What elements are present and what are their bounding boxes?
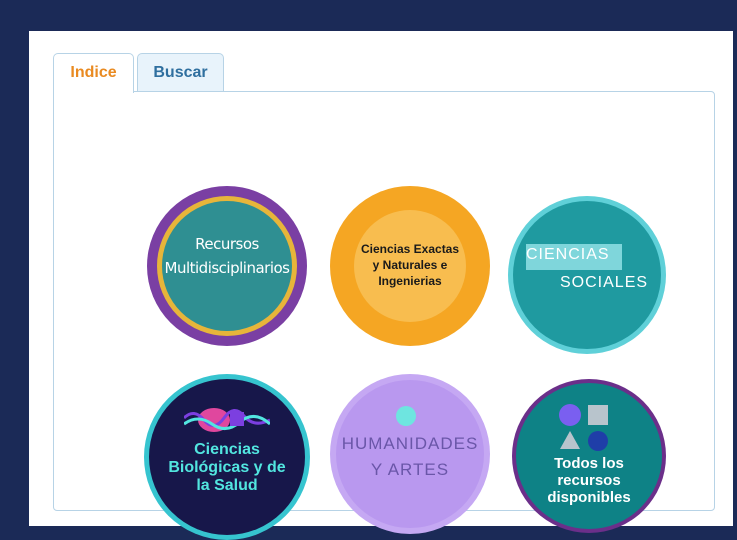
label-line: Multidisciplinarios	[164, 259, 290, 277]
label-line: HUMANIDADES	[341, 434, 479, 453]
label-line: recursos	[557, 472, 621, 489]
circle-core	[336, 380, 484, 528]
category-label: Recursos Multidisciplinarios	[147, 232, 307, 280]
label-line: SOCIALES	[560, 274, 649, 291]
category-ciencias-sociales[interactable]: CIENCIAS SOCIALES	[508, 196, 666, 354]
label-line: la Salud	[196, 477, 258, 494]
tab-indice[interactable]: Indice	[53, 53, 134, 93]
category-ciencias-biologicas[interactable]: Ciencias Biológicas y de la Salud	[144, 374, 310, 540]
label-line: CIENCIAS	[526, 246, 610, 263]
category-label: Ciencias Exactas y Naturales e Ingenieri…	[330, 241, 490, 289]
label-line: Todos los	[554, 455, 624, 472]
category-label: Ciencias Biológicas y de la Salud	[144, 441, 310, 495]
category-recursos-multidisciplinarios[interactable]: Recursos Multidisciplinarios	[147, 186, 307, 346]
category-ciencias-exactas[interactable]: Ciencias Exactas y Naturales e Ingenieri…	[330, 186, 490, 346]
tab-panel-indice: Recursos Multidisciplinarios Ciencias Ex…	[53, 91, 715, 540]
tab-buscar[interactable]: Buscar	[137, 53, 224, 92]
label-line: y Naturales e	[372, 258, 448, 272]
label-line: disponibles	[547, 489, 631, 506]
label-line: Ciencias	[194, 441, 260, 458]
label-line: Ciencias Exactas	[360, 242, 460, 256]
label-line: Y ARTES	[370, 460, 450, 479]
content-frame: Indice Buscar Recursos Multidisciplinari…	[29, 31, 733, 540]
label-line: Biológicas y de	[168, 459, 286, 476]
category-humanidades-artes[interactable]: HUMANIDADES Y ARTES	[330, 374, 490, 534]
label-line: Recursos	[195, 235, 259, 253]
dot-icon	[396, 406, 416, 426]
category-todos-los-recursos[interactable]: Todos los recursos disponibles	[512, 379, 666, 533]
shapes-icon	[559, 404, 608, 451]
wave-graphic-icon	[184, 408, 270, 432]
label-line: Ingenierias	[378, 274, 442, 288]
category-label: Todos los recursos disponibles	[512, 455, 666, 506]
